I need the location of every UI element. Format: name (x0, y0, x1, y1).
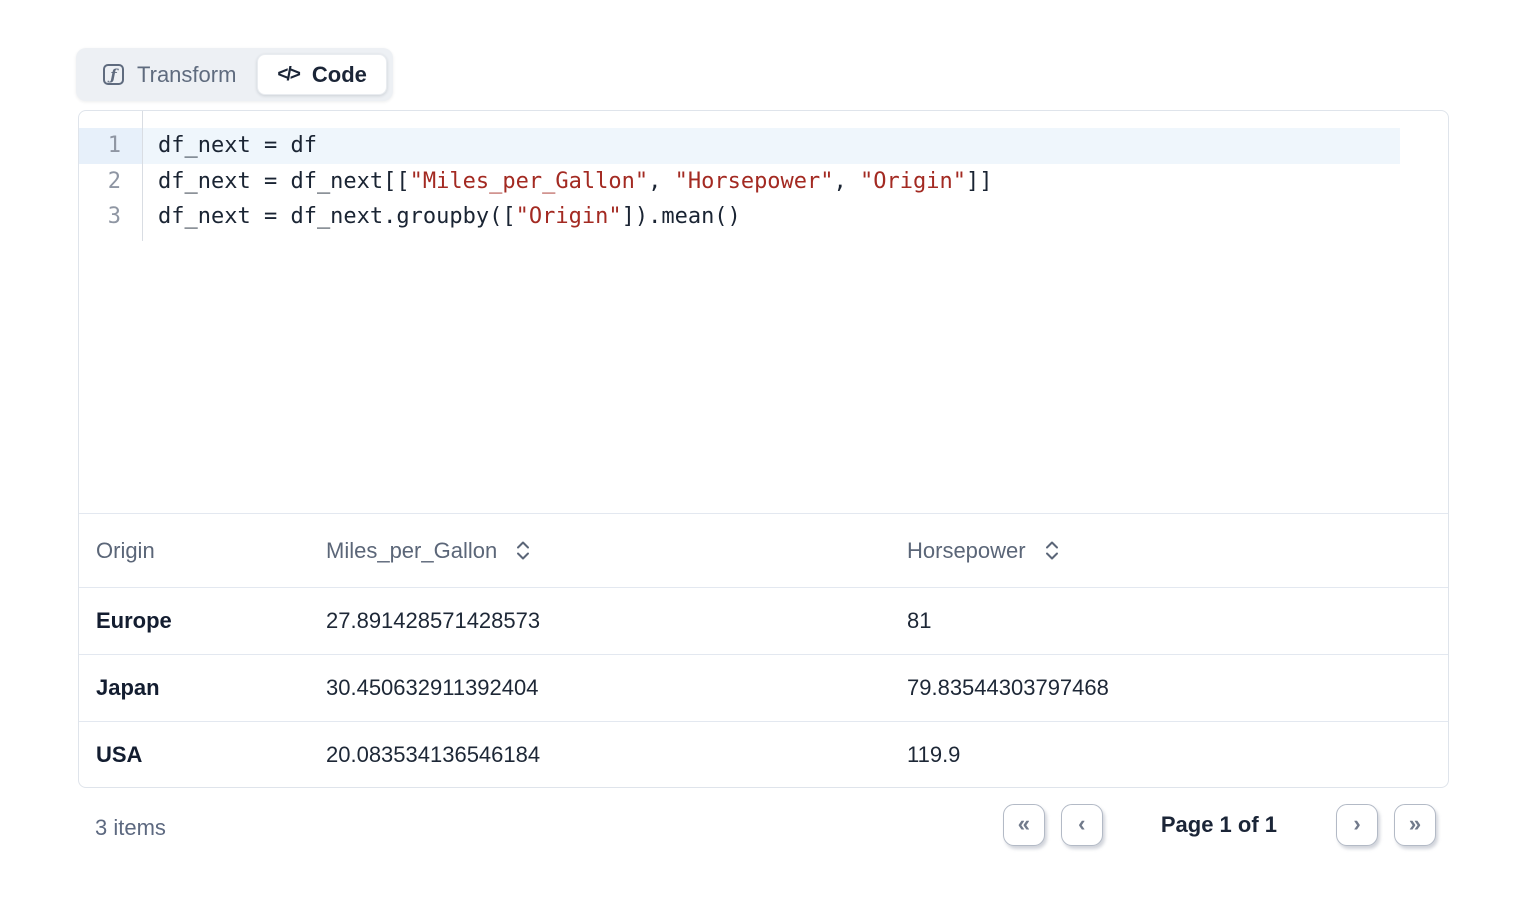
page-indicator: Page 1 of 1 (1161, 812, 1277, 838)
code-token: ]] (966, 169, 993, 194)
code-token-string: "Origin" (860, 169, 966, 194)
table-row: USA 20.083534136546184 119.9 (79, 721, 1448, 788)
code-token: df_next = df_next.groupby([ (158, 204, 516, 229)
column-header-miles-per-gallon[interactable]: Miles_per_Gallon (326, 538, 907, 564)
first-page-button[interactable]: « (1003, 804, 1045, 846)
cell-origin: Europe (96, 608, 326, 634)
items-count: 3 items (95, 815, 166, 841)
pagination: « ‹ Page 1 of 1 › » (1003, 804, 1436, 846)
sort-icon[interactable] (515, 539, 531, 562)
cell-horsepower: 119.9 (907, 742, 1448, 768)
code-icon: </> (277, 64, 298, 86)
table-row: Japan 30.450632911392404 79.835443037974… (79, 654, 1448, 721)
tab-code-label: Code (312, 62, 367, 88)
code-token: , (648, 169, 675, 194)
code-line-text: df_next = df (142, 128, 317, 164)
code-token: df_next = df_next[[ (158, 169, 410, 194)
cell-horsepower: 79.83544303797468 (907, 675, 1448, 701)
cell-origin: Japan (96, 675, 326, 701)
line-number: 3 (79, 199, 142, 235)
table-header-row: Origin Miles_per_Gallon Horsepower (79, 513, 1448, 587)
cell-miles-per-gallon: 30.450632911392404 (326, 675, 907, 701)
line-number: 1 (79, 128, 142, 164)
tab-transform[interactable]: ƒ Transform (82, 54, 257, 95)
code-line-text: df_next = df_next[["Miles_per_Gallon", "… (142, 164, 993, 200)
code-line-text: df_next = df_next.groupby(["Origin"]).me… (142, 199, 741, 235)
code-token-string: "Horsepower" (675, 169, 834, 194)
tab-code[interactable]: </> Code (257, 54, 386, 95)
code-line[interactable]: 3 df_next = df_next.groupby(["Origin"]).… (79, 199, 1400, 235)
cell-miles-per-gallon: 27.891428571428573 (326, 608, 907, 634)
code-token: df_next = df (158, 133, 317, 158)
table-row: Europe 27.891428571428573 81 (79, 587, 1448, 654)
view-tab-bar: ƒ Transform </> Code (76, 48, 393, 101)
tab-transform-label: Transform (137, 62, 236, 88)
code-line[interactable]: 2 df_next = df_next[["Miles_per_Gallon",… (79, 164, 1400, 200)
code-panel: 1 df_next = df 2 df_next = df_next[["Mil… (78, 110, 1449, 788)
cell-miles-per-gallon: 20.083534136546184 (326, 742, 907, 768)
column-header-label: Horsepower (907, 538, 1026, 564)
cell-origin: USA (96, 742, 326, 768)
next-page-button[interactable]: › (1336, 804, 1378, 846)
result-table: Origin Miles_per_Gallon Horsepower (79, 513, 1448, 788)
gutter-divider (142, 111, 143, 241)
function-icon: ƒ (103, 64, 124, 85)
line-number: 2 (79, 164, 142, 200)
code-token: ]).mean() (622, 204, 741, 229)
prev-page-button[interactable]: ‹ (1061, 804, 1103, 846)
cell-horsepower: 81 (907, 608, 1448, 634)
column-header-label: Miles_per_Gallon (326, 538, 497, 564)
code-token-string: "Miles_per_Gallon" (410, 169, 648, 194)
code-editor[interactable]: 1 df_next = df 2 df_next = df_next[["Mil… (79, 111, 1448, 513)
sort-icon[interactable] (1044, 539, 1060, 562)
column-header-label: Origin (96, 538, 155, 564)
column-header-horsepower[interactable]: Horsepower (907, 538, 1448, 564)
code-token-string: "Origin" (516, 204, 622, 229)
code-token: , (834, 169, 861, 194)
code-line[interactable]: 1 df_next = df (79, 128, 1400, 164)
last-page-button[interactable]: » (1394, 804, 1436, 846)
column-header-origin: Origin (96, 538, 326, 564)
